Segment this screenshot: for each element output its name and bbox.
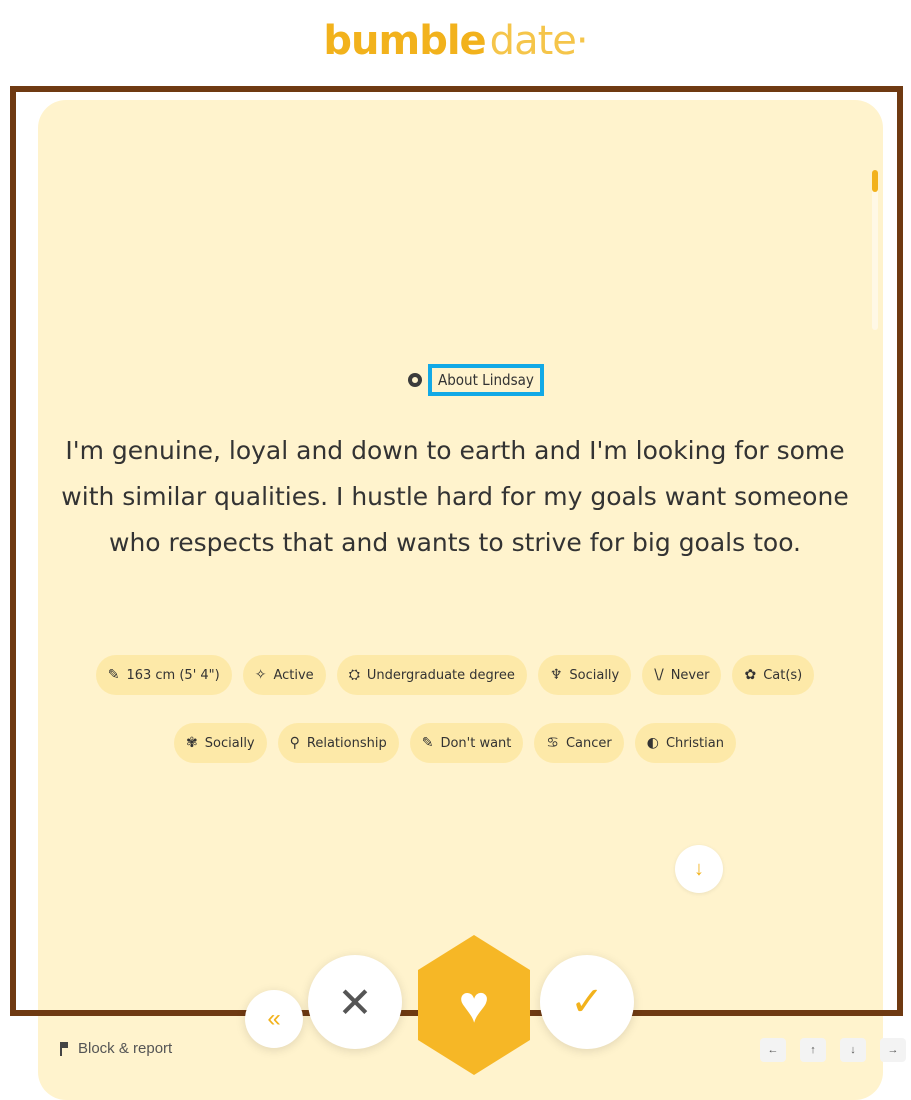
badge-smoking: \/ Never: [642, 655, 722, 695]
key-up-icon: ↑: [800, 1038, 826, 1062]
key-down-icon: ↓: [840, 1038, 866, 1062]
badge-label: Relationship: [306, 735, 387, 751]
badges-row-2: ✾ Socially ⚲ Relationship ✎ Don't want ♋ Can…: [60, 723, 850, 763]
check-icon: ✓: [570, 980, 604, 1024]
cannabis-icon: ✾: [186, 735, 198, 751]
smoking-icon: \/: [654, 667, 664, 683]
key-right-icon: →: [880, 1038, 906, 1062]
religion-icon: ◐: [646, 735, 659, 751]
bumble-date-logo: bumble date·: [0, 18, 911, 64]
keyboard-shortcuts: ← ↑ ↓ →: [760, 1038, 906, 1062]
logo-dot: ·: [575, 18, 589, 64]
pass-button[interactable]: ✕: [308, 955, 402, 1049]
like-button[interactable]: ✓: [540, 955, 634, 1049]
search-icon: ⚲: [289, 735, 300, 751]
ruler-icon: ✎: [107, 667, 120, 683]
badge-religion: ◐ Christian: [634, 723, 736, 763]
drink-icon: ♆: [549, 667, 563, 683]
badge-zodiac: ♋ Cancer: [534, 723, 624, 763]
about-section-header: About Lindsay: [408, 362, 544, 398]
badge-education: ⛭ Undergraduate degree: [336, 655, 527, 695]
badge-drinking: ♆ Socially: [537, 655, 632, 695]
badge-label: Cat(s): [763, 667, 803, 683]
badge-kids: ✎ Don't want: [409, 723, 524, 763]
badge-label: Socially: [569, 667, 620, 683]
badge-looking-for: ⚲ Relationship: [277, 723, 399, 763]
badge-pets: ✿ Cat(s): [732, 655, 815, 695]
scrollbar-thumb[interactable]: [872, 170, 878, 192]
badge-label: 163 cm (5' 4"): [126, 667, 220, 683]
arrow-down-icon: ↓: [694, 857, 704, 880]
kids-icon: ✎: [421, 735, 434, 751]
bio-text: I'm genuine, loyal and down to earth and…: [61, 436, 849, 557]
badge-label: Socially: [204, 735, 255, 751]
scrollbar[interactable]: [872, 170, 878, 330]
graduation-cap-icon: ⛭: [348, 667, 360, 683]
quote-icon: [408, 373, 422, 387]
badge-label: Active: [273, 667, 314, 683]
block-and-report-link[interactable]: Block & report: [60, 1040, 172, 1057]
badge-label: Don't want: [440, 735, 512, 751]
rewind-icon: «: [267, 1005, 281, 1032]
badge-label: Undergraduate degree: [366, 667, 515, 683]
badge-label: Cancer: [565, 735, 612, 751]
rewind-button[interactable]: «: [245, 990, 303, 1048]
key-left-icon: ←: [760, 1038, 786, 1062]
badge-height: ✎ 163 cm (5' 4"): [95, 655, 232, 695]
block-report-label: Block & report: [78, 1040, 173, 1057]
exercise-icon: ✧: [254, 667, 267, 683]
close-icon: ✕: [337, 978, 373, 1026]
badge-exercise: ✧ Active: [242, 655, 326, 695]
flag-icon: [60, 1041, 68, 1056]
logo-date: date: [489, 18, 577, 64]
badge-cannabis: ✾ Socially: [174, 723, 267, 763]
badge-label: Christian: [665, 735, 724, 751]
about-label: About Lindsay: [428, 364, 544, 396]
badge-label: Never: [670, 667, 710, 683]
zodiac-icon: ♋: [546, 735, 559, 751]
heart-icon: ♥: [458, 976, 490, 1034]
badges-row-1: ✎ 163 cm (5' 4") ✧ Active ⛭ Undergraduate d…: [60, 655, 850, 695]
logo-bumble: bumble: [323, 18, 486, 64]
scroll-down-button[interactable]: ↓: [675, 845, 723, 893]
pet-paw-icon: ✿: [744, 667, 757, 683]
